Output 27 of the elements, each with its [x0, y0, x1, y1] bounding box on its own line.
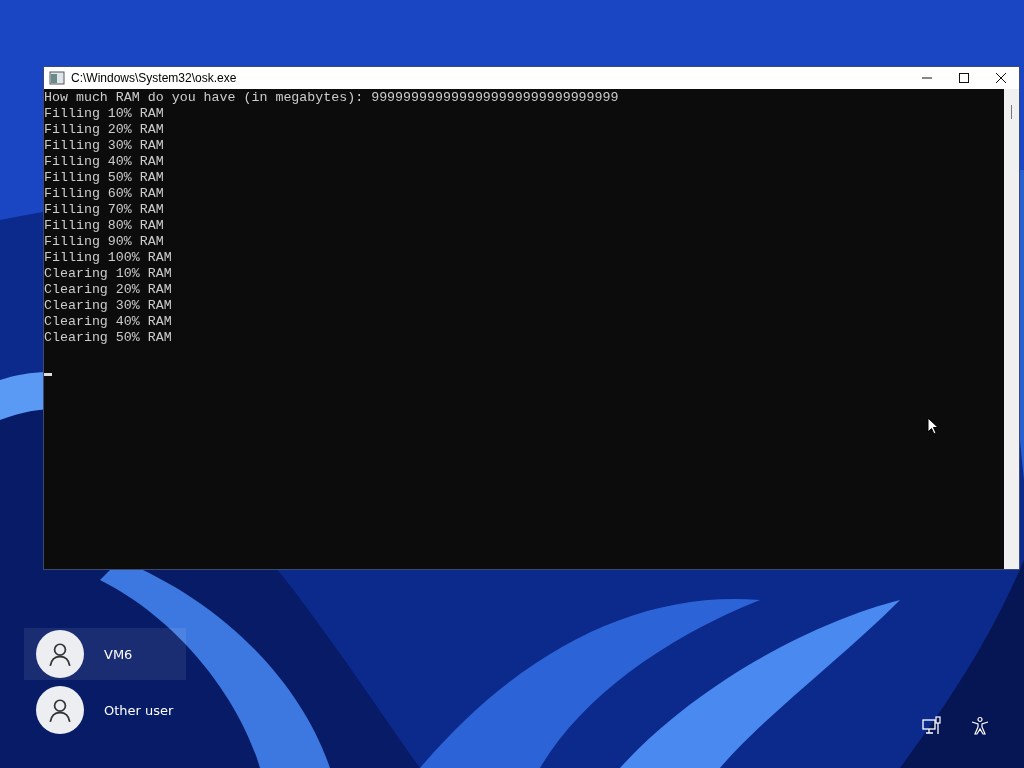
- console-line: Clearing 10% RAM: [44, 266, 173, 282]
- console-line: Filling 80% RAM: [44, 218, 165, 234]
- accessibility-icon[interactable]: [970, 716, 990, 736]
- close-icon: [994, 72, 1007, 84]
- console-line: Filling 10% RAM: [44, 106, 165, 122]
- console-line: Filling 90% RAM: [44, 234, 165, 250]
- console-line: Filling 50% RAM: [44, 170, 165, 186]
- console-line: Filling 100% RAM: [44, 250, 173, 266]
- maximize-icon: [957, 72, 970, 84]
- console-line: Filling 70% RAM: [44, 202, 165, 218]
- console-line: Filling 30% RAM: [44, 138, 165, 154]
- network-icon[interactable]: [922, 716, 942, 736]
- console-line: Clearing 40% RAM: [44, 314, 173, 330]
- console-line: Filling 60% RAM: [44, 186, 165, 202]
- console-line: Clearing 50% RAM: [44, 330, 173, 346]
- console-line: Filling 20% RAM: [44, 122, 165, 138]
- text-cursor: [44, 373, 52, 376]
- mouse-pointer-icon: [927, 417, 939, 435]
- console-line: Clearing 30% RAM: [44, 298, 173, 314]
- console-line: How much RAM do you have (in megabytes): 9999999999999999999999999999999: [44, 90, 620, 106]
- console-line: Clearing 20% RAM: [44, 282, 173, 298]
- window-title: C:\Windows\System32\osk.exe: [71, 71, 237, 85]
- console-icon: [49, 70, 65, 86]
- user-tile[interactable]: Other user: [24, 684, 186, 736]
- scrollbar[interactable]: [1004, 89, 1019, 569]
- console-line: Filling 40% RAM: [44, 154, 165, 170]
- user-tile[interactable]: VM6: [24, 628, 186, 680]
